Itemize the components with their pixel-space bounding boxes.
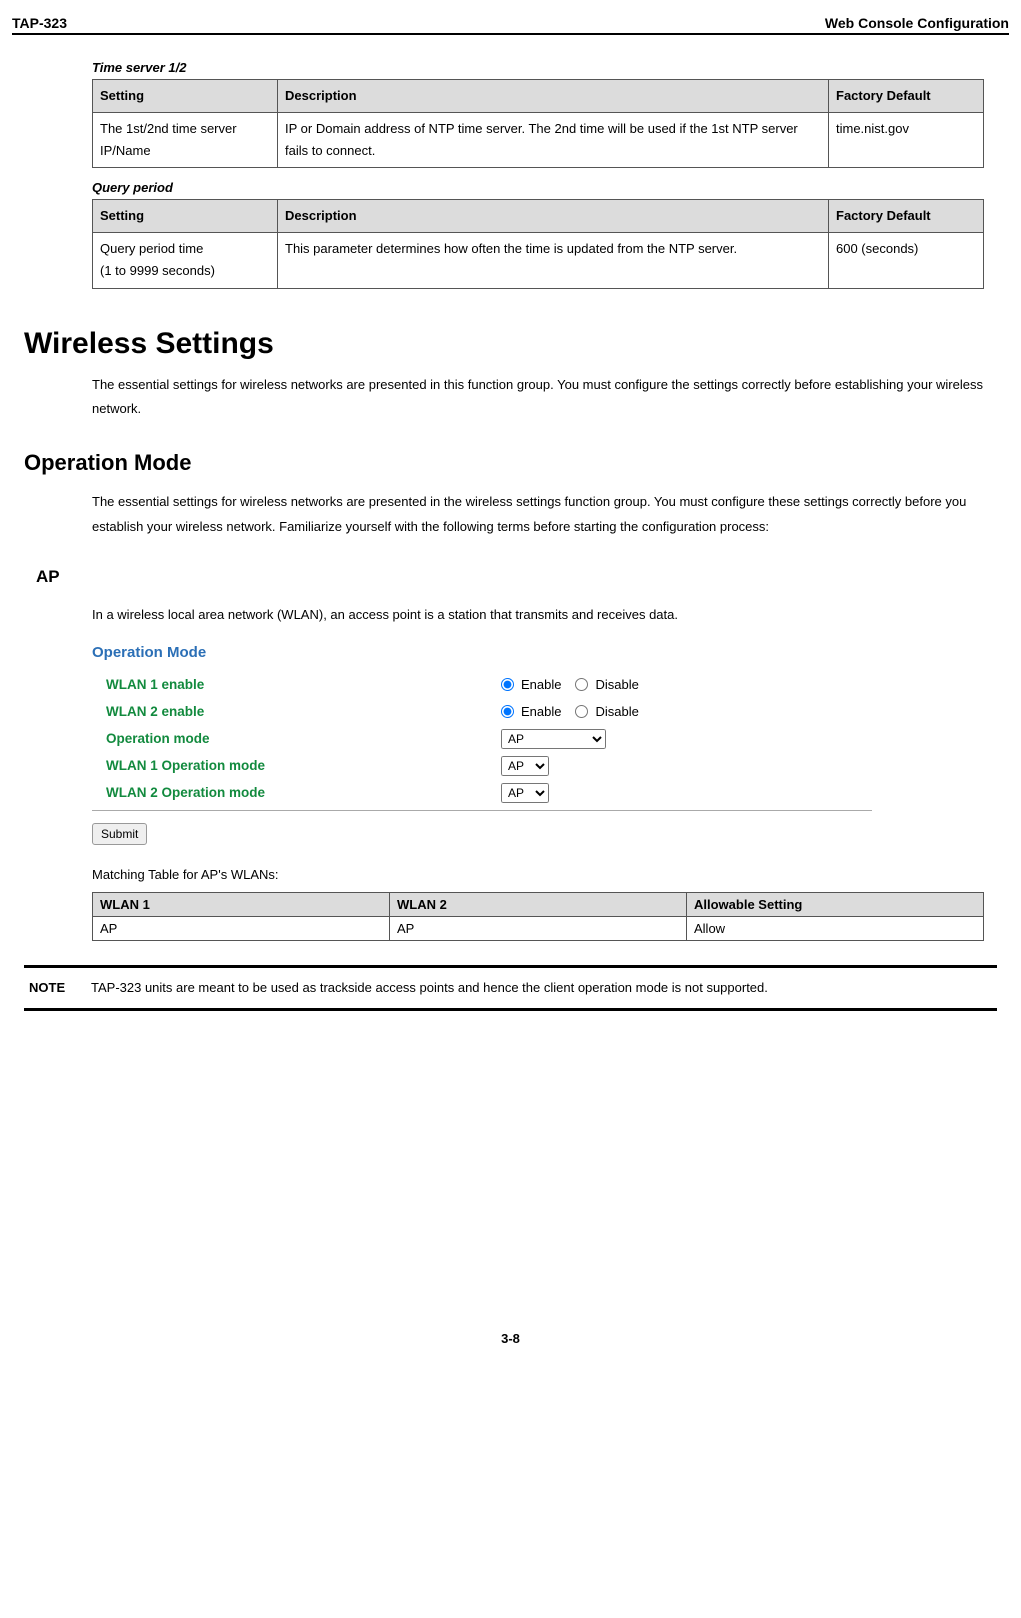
radio-wlan2-enable[interactable] (501, 705, 514, 718)
table-row: The 1st/2nd time server IP/Name IP or Do… (93, 113, 984, 168)
radio-label-enable: Enable (521, 704, 561, 719)
label-wlan1-enable: WLAN 1 enable (92, 677, 501, 692)
ap-intro: In a wireless local area network (WLAN),… (92, 603, 984, 628)
cell-description: This parameter determines how often the … (278, 233, 829, 288)
note-block: NOTE TAP-323 units are meant to be used … (24, 965, 997, 1011)
label-operation-mode: Operation mode (92, 731, 501, 746)
cell-description: IP or Domain address of NTP time server.… (278, 113, 829, 168)
th-factory-default: Factory Default (829, 200, 984, 233)
submit-button[interactable]: Submit (92, 823, 147, 845)
heading-wireless-settings: Wireless Settings (12, 327, 1009, 361)
th-wlan2: WLAN 2 (390, 893, 687, 917)
header-right: Web Console Configuration (825, 15, 1009, 31)
wireless-intro: The essential settings for wireless netw… (92, 373, 984, 422)
radio-label-enable: Enable (521, 677, 561, 692)
th-setting: Setting (93, 200, 278, 233)
radio-wlan1-enable[interactable] (501, 678, 514, 691)
form-title: Operation Mode (92, 644, 872, 661)
section-title-timeserver: Time server 1/2 (92, 60, 984, 75)
note-text: TAP-323 units are meant to be used as tr… (91, 976, 768, 1000)
page-number: 3-8 (12, 1331, 1009, 1346)
note-label: NOTE (29, 976, 91, 1000)
cell-allowable: Allow (687, 917, 984, 941)
cell-setting: The 1st/2nd time server IP/Name (93, 113, 278, 168)
heading-operation-mode: Operation Mode (12, 450, 1009, 476)
radio-label-disable: Disable (595, 677, 638, 692)
table-timeserver: Setting Description Factory Default The … (92, 79, 984, 168)
matching-table-caption: Matching Table for AP's WLANs: (92, 863, 984, 886)
cell-setting: Query period time (1 to 9999 seconds) (93, 233, 278, 288)
label-wlan2-opmode: WLAN 2 Operation mode (92, 785, 501, 800)
page-header: TAP-323 Web Console Configuration (12, 15, 1009, 35)
label-wlan1-opmode: WLAN 1 Operation mode (92, 758, 501, 773)
th-description: Description (278, 200, 829, 233)
cell-default: 600 (seconds) (829, 233, 984, 288)
th-wlan1: WLAN 1 (93, 893, 390, 917)
section-title-queryperiod: Query period (92, 180, 984, 195)
th-factory-default: Factory Default (829, 80, 984, 113)
th-setting: Setting (93, 80, 278, 113)
select-wlan2-opmode[interactable]: AP (501, 783, 549, 803)
radio-wlan1-disable[interactable] (575, 678, 588, 691)
header-left: TAP-323 (12, 15, 67, 31)
th-description: Description (278, 80, 829, 113)
select-wlan1-opmode[interactable]: AP (501, 756, 549, 776)
heading-ap: AP (12, 567, 1009, 587)
radio-label-disable: Disable (595, 704, 638, 719)
operation-mode-form: Operation Mode WLAN 1 enable Enable Disa… (92, 644, 872, 811)
table-row: AP AP Allow (93, 917, 984, 941)
cell-default: time.nist.gov (829, 113, 984, 168)
th-allowable: Allowable Setting (687, 893, 984, 917)
table-queryperiod: Setting Description Factory Default Quer… (92, 199, 984, 288)
label-wlan2-enable: WLAN 2 enable (92, 704, 501, 719)
radio-wlan2-disable[interactable] (575, 705, 588, 718)
select-operation-mode[interactable]: AP (501, 729, 606, 749)
cell-wlan2: AP (390, 917, 687, 941)
table-row: Query period time (1 to 9999 seconds) Th… (93, 233, 984, 288)
table-matching: WLAN 1 WLAN 2 Allowable Setting AP AP Al… (92, 892, 984, 941)
operation-mode-intro: The essential settings for wireless netw… (92, 490, 984, 539)
cell-wlan1: AP (93, 917, 390, 941)
